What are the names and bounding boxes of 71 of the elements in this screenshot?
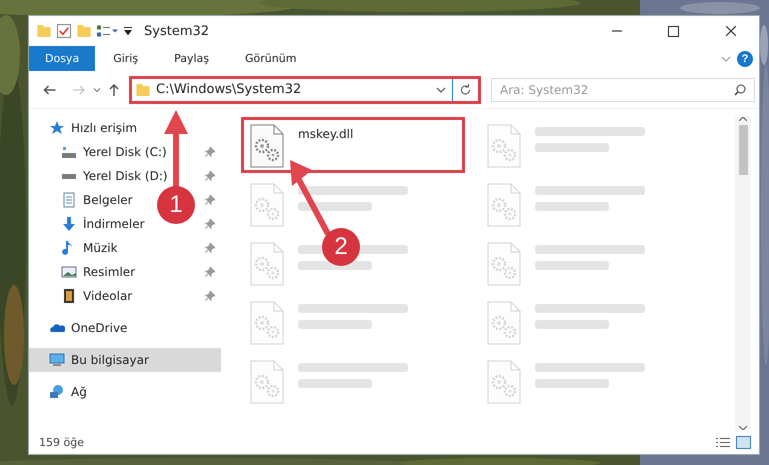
pin-icon[interactable] [205,243,215,253]
dropdown-icon[interactable] [124,27,132,35]
sidebar-item[interactable]: Hızlı erişim [45,117,142,139]
dll-file-icon [487,124,521,168]
forward-arrow-icon [72,84,85,94]
dll-file-icon [487,360,521,404]
chevron-down-icon[interactable] [436,86,446,92]
dll-file-icon [250,124,284,168]
close-icon [726,26,736,36]
up-arrow-icon [109,84,119,96]
network-icon [49,384,65,400]
image-icon [61,264,77,280]
scroll-thumb[interactable] [738,125,748,175]
maximize-icon [668,26,679,36]
scrollbar[interactable] [735,117,751,430]
ribbon-tab[interactable]: Paylaş [156,46,227,71]
dll-file-icon [250,360,284,404]
file-name: mskey.dll [298,127,354,141]
pin-icon[interactable] [205,219,215,229]
address-path: C:\Windows\System32 [156,82,302,97]
sidebar-item[interactable]: Müzik [57,237,122,259]
sidebar-item[interactable]: İndirmeler [57,213,149,235]
pin-icon[interactable] [205,291,215,301]
dll-file-icon [250,242,284,286]
drive-icon [61,146,77,158]
refresh-icon [460,84,471,95]
drive-icon [61,172,77,180]
file-item[interactable]: mskey.dll [241,117,465,173]
sidebar-item[interactable]: Belgeler [57,189,137,211]
sidebar-item[interactable]: Yerel Disk (D:) [57,165,172,187]
film-icon [61,288,77,304]
dll-file-icon [250,301,284,345]
item-count: 159 öğe [39,436,84,448]
sidebar-item[interactable]: Videolar [57,285,136,307]
back-arrow-icon [43,84,56,94]
sidebar-item[interactable]: Ağ [45,381,91,403]
pin-icon[interactable] [205,267,215,277]
details-view-icon[interactable] [716,438,730,446]
chevron-down-icon [93,88,101,92]
search-field[interactable]: Ara: System32 [491,78,755,102]
scroll-down-icon [739,426,747,430]
folder-icon[interactable] [37,25,51,37]
sidebar-item[interactable]: Bu bilgisayar [45,349,153,371]
dll-file-icon [487,301,521,345]
dll-file-icon [487,183,521,227]
pin-icon[interactable] [205,195,215,205]
monitor-icon [49,352,65,368]
view-icon[interactable] [97,25,118,37]
ribbon-tab[interactable]: Giriş [95,46,156,71]
minimize-icon [612,30,622,32]
document-icon [61,192,77,208]
pin-icon[interactable] [205,171,215,181]
sidebar-item[interactable]: Yerel Disk (C:) [57,141,171,163]
properties-icon[interactable] [57,24,71,38]
sidebar-item[interactable]: Resimler [57,261,140,283]
folder-icon [136,84,150,96]
ribbon-tab[interactable]: Dosya [29,46,96,71]
dll-file-icon [250,183,284,227]
large-icons-view-icon[interactable] [736,436,751,448]
star-icon [49,120,65,136]
window-title: System32 [144,24,210,38]
sidebar-item[interactable]: OneDrive [45,317,132,339]
new-folder-icon[interactable] [77,25,91,37]
help-button[interactable]: ? [737,50,753,66]
address-bar[interactable]: C:\Windows\System32 [129,76,481,104]
dll-file-icon [487,242,521,286]
scroll-up-icon [739,117,747,121]
ribbon-tab[interactable]: Görünüm [227,46,314,71]
search-icon [734,84,746,96]
pin-icon[interactable] [205,147,215,157]
download-icon [61,216,77,232]
